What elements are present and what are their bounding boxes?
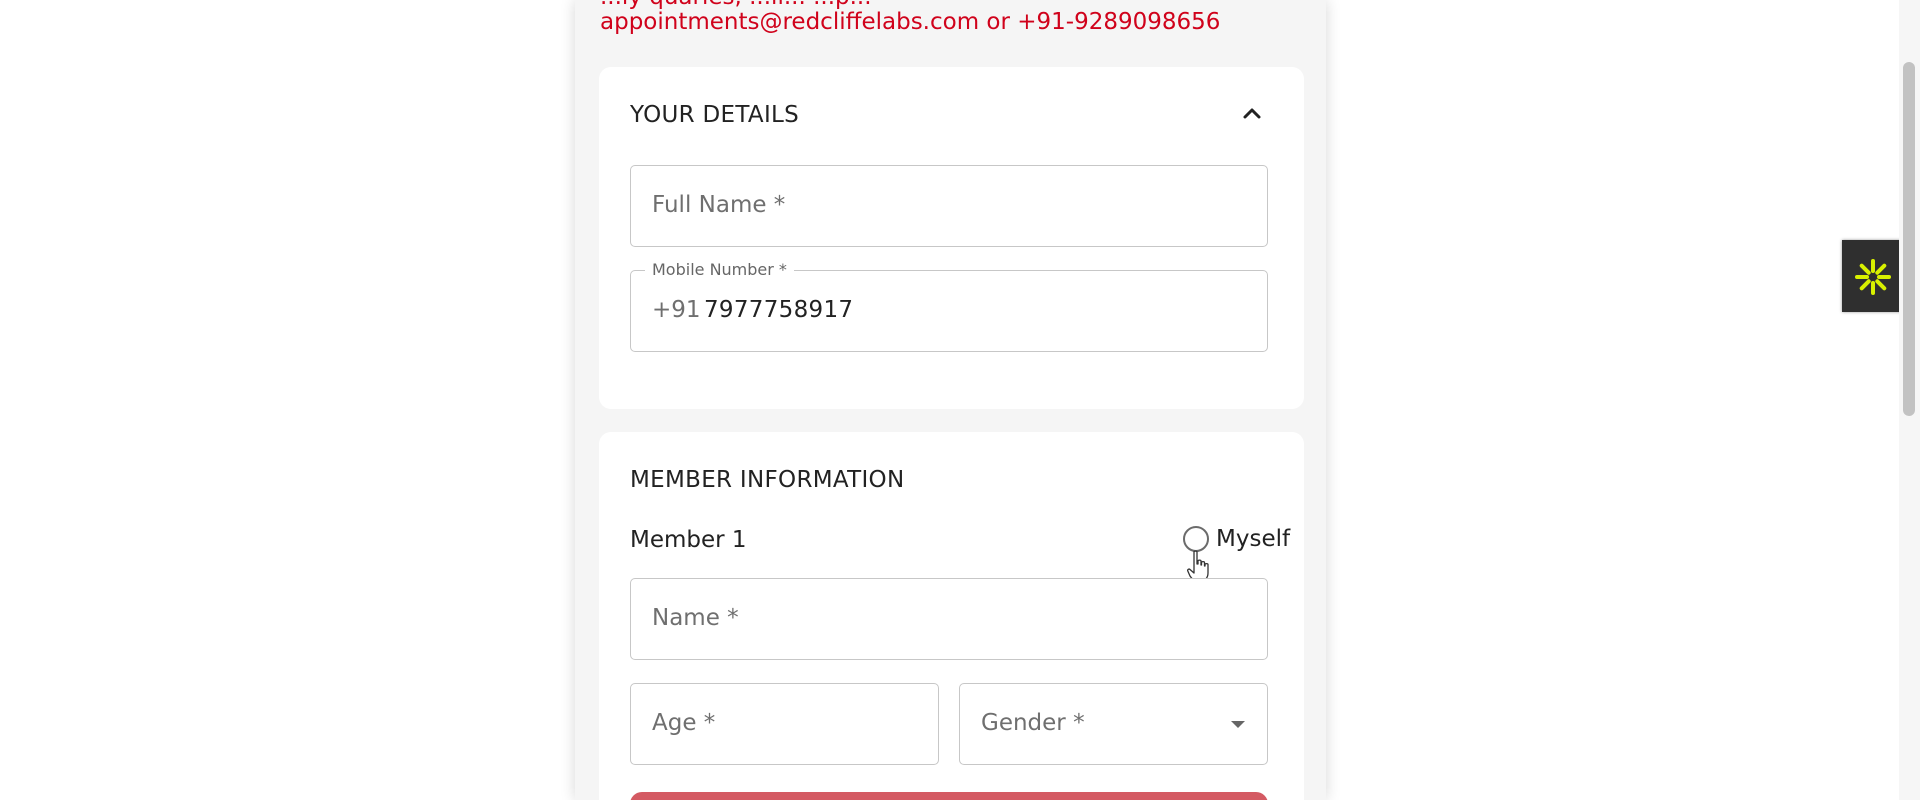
submit-button[interactable] <box>630 792 1268 800</box>
accessibility-widget-button[interactable] <box>1842 240 1902 312</box>
full-name-field[interactable]: Full Name * <box>630 165 1268 247</box>
your-details-card: YOUR DETAILS Full Name * Mobile Number *… <box>599 67 1304 409</box>
mobile-number-value: 7977758917 <box>704 297 854 323</box>
member-1-label: Member 1 <box>630 527 747 553</box>
country-code-prefix: +91 <box>652 297 701 323</box>
age-placeholder: Age * <box>652 710 716 736</box>
gender-placeholder: Gender * <box>981 710 1085 736</box>
member-information-card: MEMBER INFORMATION Member 1 Myself Name … <box>599 432 1304 800</box>
asterisk-accessibility-icon <box>1855 259 1891 295</box>
chevron-up-icon[interactable] <box>1239 101 1265 127</box>
dropdown-arrow-icon <box>1231 721 1245 728</box>
gender-select[interactable]: Gender * <box>959 683 1268 765</box>
myself-label[interactable]: Myself <box>1216 526 1290 552</box>
mobile-number-field[interactable]: Mobile Number * +91 7977758917 <box>630 260 1268 352</box>
your-details-title: YOUR DETAILS <box>630 102 800 128</box>
member-name-field[interactable]: Name * <box>630 578 1268 660</box>
age-field[interactable]: Age * <box>630 683 939 765</box>
booking-form-column: ...ly quaries, ...ll... ...p... appointm… <box>575 0 1326 800</box>
contact-info-line[interactable]: appointments@redcliffelabs.com or +91-92… <box>600 9 1220 35</box>
full-name-placeholder: Full Name * <box>652 192 786 218</box>
myself-radio[interactable] <box>1183 526 1209 552</box>
scrollbar-thumb[interactable] <box>1903 62 1915 416</box>
mobile-number-label: Mobile Number * <box>645 260 794 279</box>
member-information-title: MEMBER INFORMATION <box>630 467 905 493</box>
member-name-placeholder: Name * <box>652 605 739 631</box>
